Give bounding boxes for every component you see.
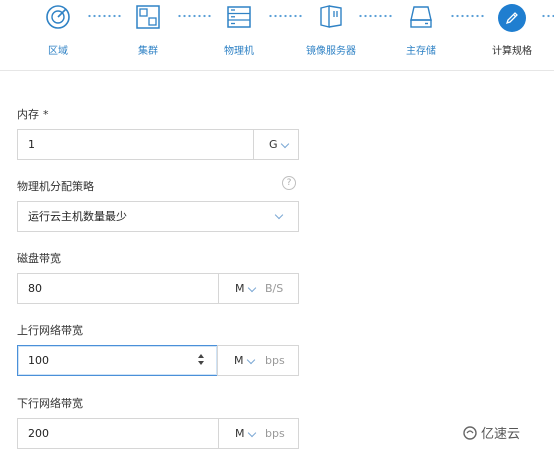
upload-bandwidth-label: 上行网络带宽 (17, 324, 83, 337)
memory-input[interactable]: 1 (28, 130, 35, 159)
disk-bandwidth-unit-select[interactable]: M B/S (218, 274, 298, 303)
download-bandwidth-suffix: bps (265, 427, 285, 440)
required-mark: * (43, 108, 49, 121)
chevron-down-icon (280, 139, 290, 149)
step-label: 计算规格 (492, 46, 532, 57)
upload-bandwidth-suffix: bps (265, 354, 285, 367)
step-host[interactable]: 物理机 (199, 4, 279, 64)
step-label: 主存储 (406, 46, 436, 57)
step-label: 物理机 (224, 46, 254, 57)
step-image-server[interactable]: 镜像服务器 (291, 4, 371, 64)
download-bandwidth-input[interactable]: 200 (28, 419, 49, 448)
memory-label: 内存 * (17, 108, 49, 121)
storage-icon (408, 4, 434, 30)
image-server-icon (318, 4, 344, 30)
disk-bandwidth-field[interactable]: 80 M B/S (17, 273, 299, 304)
pencil-icon (498, 4, 526, 32)
step-cluster[interactable]: 集群 (108, 4, 188, 64)
download-bandwidth-unit-select[interactable]: M bps (218, 419, 298, 448)
chevron-down-icon (247, 428, 257, 438)
disk-bandwidth-label: 磁盘带宽 (17, 252, 61, 265)
step-primary-storage[interactable]: 主存储 (381, 4, 461, 64)
step-zone[interactable]: 区域 (18, 4, 98, 64)
step-connector (541, 14, 554, 18)
disk-bandwidth-input[interactable]: 80 (28, 274, 42, 303)
step-label: 区域 (48, 46, 68, 57)
upload-bandwidth-unit-select[interactable]: M bps (217, 345, 299, 376)
step-label: 镜像服务器 (306, 46, 356, 57)
memory-field[interactable]: 1 G (17, 129, 299, 160)
download-bandwidth-label: 下行网络带宽 (17, 397, 83, 410)
target-icon (45, 4, 71, 30)
step-label: 集群 (138, 46, 158, 57)
server-icon (226, 4, 252, 30)
step-instance-offering[interactable]: 计算规格 (472, 4, 552, 64)
memory-unit-select[interactable]: G (253, 130, 298, 159)
help-icon[interactable]: ? (282, 176, 296, 190)
host-policy-select[interactable]: 运行云主机数量最少 (17, 201, 299, 232)
chevron-down-icon (274, 210, 284, 220)
watermark: 亿速云 (463, 423, 520, 442)
cluster-icon (135, 4, 161, 30)
number-spinner-icon[interactable] (198, 354, 206, 366)
disk-bandwidth-suffix: B/S (265, 282, 284, 295)
host-policy-label: 物理机分配策略 (17, 180, 94, 193)
upload-bandwidth-input[interactable]: 100 (17, 345, 218, 376)
watermark-logo-icon (463, 426, 477, 440)
chevron-down-icon (247, 283, 257, 293)
wizard-steps: 区域 集群 物理机 镜像服务器 主存储 计算规格 (0, 0, 554, 71)
chevron-down-icon (246, 355, 256, 365)
host-policy-value: 运行云主机数量最少 (28, 210, 127, 223)
download-bandwidth-field[interactable]: 200 M bps (17, 418, 299, 449)
